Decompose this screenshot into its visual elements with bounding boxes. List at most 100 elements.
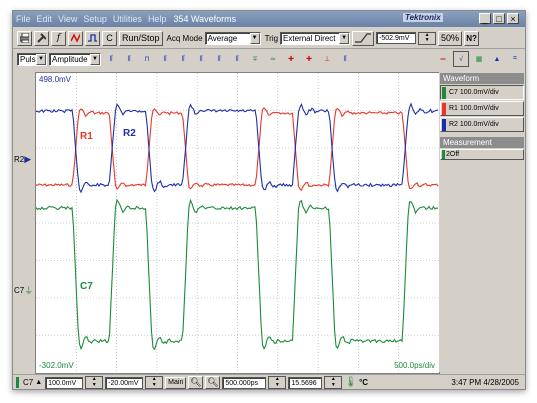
magnifier-icon: 🔍︎ (207, 377, 219, 387)
temperature-field: 15.5696 (288, 376, 323, 389)
r2-color-swatch (442, 118, 446, 131)
display-line-icon[interactable]: ═ (435, 51, 451, 67)
chevron-down-icon[interactable]: ▼ (36, 53, 46, 65)
channel-marker-strip: R2 ▶ C7 ⏚ (13, 72, 35, 372)
waveform-row-c7[interactable]: C7 100.0mV/div (440, 85, 524, 100)
help-icon: N? (466, 33, 477, 43)
main-toolbar: f C Run/Stop Acq Mode Average ▼ Trig Ext… (13, 28, 525, 49)
waveform-button[interactable] (85, 30, 100, 46)
menu-bar: File Edit View Setup Utilities Help 354 … (13, 11, 525, 27)
temperature-unit: °C (359, 378, 369, 387)
pulse-width-icon[interactable]: ſſ (103, 51, 119, 67)
minimize-button[interactable]: _ (479, 13, 491, 24)
overshoot-icon[interactable]: ſſ (229, 51, 245, 67)
acq-mode-label: Acq Mode (166, 33, 203, 43)
mean-icon[interactable]: ∓ (247, 51, 263, 67)
ground-icon: ⏚ (24, 285, 34, 296)
active-channel-swatch (16, 377, 19, 388)
top-voltage-label: 498.0mV (39, 75, 72, 84)
cursor-icon[interactable]: ✚ (301, 51, 317, 67)
menu-file[interactable]: File (13, 14, 34, 24)
maximize-button[interactable]: □ (493, 13, 505, 24)
vertical-offset-spinner[interactable]: ▲ ▼ (145, 376, 164, 389)
print-button[interactable] (17, 30, 32, 46)
waveform-display[interactable]: 498.0mV -302.0mV 500.0ps/div R1 R2 C7 (35, 72, 440, 374)
display-xy-icon[interactable]: ⌗ (507, 51, 523, 67)
rms-icon[interactable]: ≃ (265, 51, 281, 67)
duty-cycle-icon[interactable]: ⊓ (139, 51, 155, 67)
c7-ground-marker[interactable]: C7 ⏚ (14, 285, 34, 296)
waveform-panel: Waveform C7 100.0mV/div R1 100.0mV/div R… (439, 72, 525, 372)
function-button[interactable]: f (51, 30, 66, 46)
square-wave-icon (88, 34, 97, 42)
run-stop-button[interactable]: Run/Stop (119, 30, 163, 46)
acq-mode-value: Average (207, 33, 238, 43)
measurement-row[interactable]: 2 Off (440, 149, 524, 160)
rising-edge-icon (355, 33, 372, 43)
menu-edit[interactable]: Edit (34, 14, 56, 24)
autoset-button[interactable] (68, 30, 83, 46)
menu-setup[interactable]: Setup (80, 14, 110, 24)
help-button[interactable]: N? (464, 30, 480, 46)
burst-icon[interactable]: ſſ (157, 51, 173, 67)
vertical-offset-field[interactable]: -20.00mV (105, 376, 144, 389)
trig-source-value: External Direct (283, 33, 336, 43)
thermometer-icon: 🌡︎ (344, 377, 358, 388)
histogram-icon[interactable]: ⊥ (319, 51, 335, 67)
cross-icon[interactable]: ſſ (193, 51, 209, 67)
brand-logo: Tektronix (403, 13, 443, 22)
menu-help[interactable]: Help (145, 14, 170, 24)
waveform-panel-title: Waveform (440, 73, 524, 84)
zoom-in-button[interactable]: 🔍︎ (188, 376, 204, 389)
measure-type-select[interactable]: Amplitude ▼ (49, 52, 101, 66)
marker-arrow-icon: ▶ (24, 153, 32, 164)
mask-icon[interactable]: ſſ (337, 51, 353, 67)
horizontal-position-spinner[interactable]: ▲ ▼ (268, 376, 287, 389)
display-color-icon[interactable]: ▲ (489, 51, 505, 67)
measure-type-value: Amplitude (52, 54, 88, 64)
phase-icon[interactable]: ſſ (211, 51, 227, 67)
measurement-panel-title: Measurement (440, 137, 524, 148)
bottom-voltage-label: -302.0mV (39, 361, 74, 370)
waveform-row-r2[interactable]: R2 100.0mV/div (440, 117, 524, 132)
channel-up-icon[interactable]: ▲ (35, 379, 42, 386)
acq-mode-select[interactable]: Average ▼ (204, 31, 261, 45)
trig-level-spinner[interactable]: ▲ ▼ (418, 31, 437, 45)
c7-trace-label: C7 (80, 281, 93, 292)
measurement-value: Off (449, 151, 460, 158)
r2-ground-marker[interactable]: R2 ▶ (14, 154, 31, 164)
timebase-label: 500.0ps/div (394, 361, 435, 370)
vertical-scale-spinner[interactable]: ▲ ▼ (85, 376, 104, 389)
menu-view[interactable]: View (55, 14, 80, 24)
waveform-row-r1[interactable]: R1 100.0mV/div (440, 101, 524, 116)
close-button[interactable]: × (507, 13, 519, 24)
zoom-button[interactable]: 50% (438, 30, 463, 46)
display-persist-icon[interactable]: ▦ (471, 51, 487, 67)
chevron-down-icon[interactable]: ▼ (339, 32, 350, 44)
wrench-icon (37, 33, 46, 43)
r1-trace-label: R1 (80, 131, 93, 142)
horizontal-position-field[interactable]: 500.000ps (222, 376, 267, 389)
c7-waveform (36, 198, 439, 351)
setup-tools-button[interactable] (34, 30, 49, 46)
measurement-color-swatch (442, 150, 445, 159)
zoom-out-button[interactable]: 🔍︎ (205, 376, 221, 389)
measure-category-select[interactable]: Pulse ▼ (17, 52, 47, 66)
trig-slope-button[interactable] (352, 30, 375, 46)
vertical-scale-field[interactable]: 100.0mV (45, 376, 84, 389)
trig-source-select[interactable]: External Direct ▼ (280, 31, 351, 45)
jitter-icon[interactable]: ✚ (283, 51, 299, 67)
channel-c-button[interactable]: C (102, 30, 117, 46)
chevron-down-icon[interactable]: ▼ (90, 53, 100, 65)
magnifier-icon: 🔍︎ (190, 377, 202, 387)
trig-level-field[interactable]: -502.9mV (376, 32, 417, 44)
active-channel-label[interactable]: C7 (23, 378, 33, 387)
display-vector-icon[interactable]: √ (453, 51, 469, 67)
printer-icon (20, 33, 29, 43)
menu-utilities[interactable]: Utilities (110, 14, 145, 24)
main-timebase-button[interactable]: Main (165, 376, 187, 389)
rise-fall-icon[interactable]: ſſ (175, 51, 191, 67)
temperature-spinner[interactable]: ▲ ▼ (324, 376, 343, 389)
period-icon[interactable]: ſſ (121, 51, 137, 67)
chevron-down-icon[interactable]: ▼ (249, 32, 260, 44)
